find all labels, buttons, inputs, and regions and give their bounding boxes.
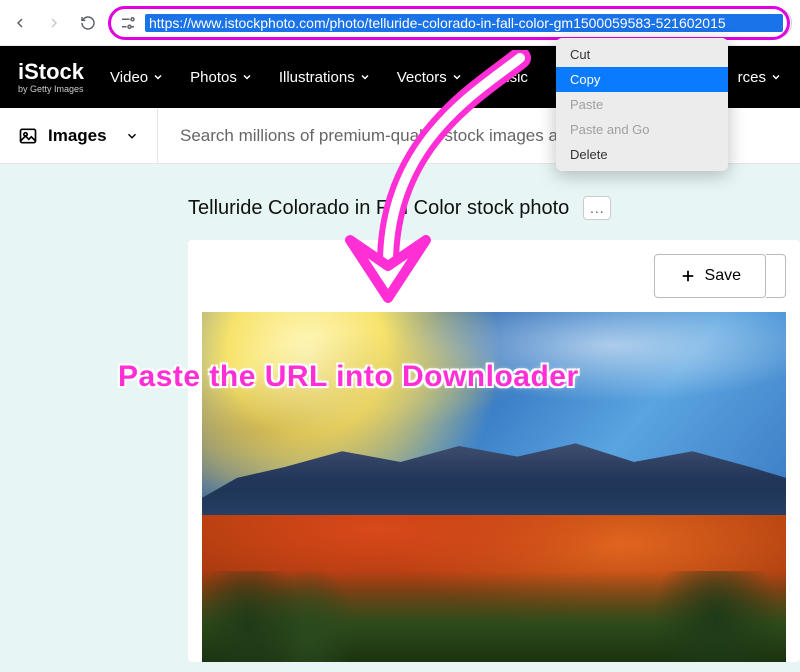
nav-photos[interactable]: Photos xyxy=(190,69,253,86)
chevron-down-icon xyxy=(241,71,253,83)
secondary-action-button[interactable] xyxy=(766,254,786,298)
image-card: Save xyxy=(188,240,800,662)
ctx-paste-and-go: Paste and Go xyxy=(556,117,728,142)
chevron-down-icon xyxy=(359,71,371,83)
nav-illustrations[interactable]: Illustrations xyxy=(279,69,371,86)
page-title: Telluride Colorado in Fall Color stock p… xyxy=(188,197,569,220)
nav-resources[interactable]: rces xyxy=(738,69,782,86)
chevron-down-icon xyxy=(125,129,139,143)
save-label: Save xyxy=(705,267,741,285)
logo-text: iStock xyxy=(18,61,84,83)
image-icon xyxy=(18,126,38,146)
ctx-copy[interactable]: Copy xyxy=(556,67,728,92)
address-bar[interactable]: https://www.istockphoto.com/photo/tellur… xyxy=(110,8,792,38)
search-type-dropdown[interactable]: Images xyxy=(0,108,158,163)
back-button[interactable] xyxy=(6,9,34,37)
nav-vectors[interactable]: Vectors xyxy=(397,69,463,86)
nav-video[interactable]: Video xyxy=(110,69,164,86)
chevron-down-icon xyxy=(152,71,164,83)
nav-music[interactable]: Music xyxy=(489,69,528,86)
site-settings-icon[interactable] xyxy=(119,14,137,32)
url-text[interactable]: https://www.istockphoto.com/photo/tellur… xyxy=(145,14,783,32)
plus-icon xyxy=(679,267,697,285)
forward-button[interactable] xyxy=(40,9,68,37)
logo-subtext: by Getty Images xyxy=(18,85,84,94)
search-type-label: Images xyxy=(48,126,107,146)
ctx-delete[interactable]: Delete xyxy=(556,142,728,167)
chevron-down-icon xyxy=(770,71,782,83)
ctx-cut[interactable]: Cut xyxy=(556,42,728,67)
annotation-text: Paste the URL into Downloader xyxy=(118,360,579,394)
page-content: Telluride Colorado in Fall Color stock p… xyxy=(0,164,800,672)
more-button[interactable]: ... xyxy=(583,196,611,220)
ctx-paste: Paste xyxy=(556,92,728,117)
save-button[interactable]: Save xyxy=(654,254,766,298)
reload-button[interactable] xyxy=(74,9,102,37)
context-menu: Cut Copy Paste Paste and Go Delete xyxy=(556,38,728,171)
chevron-down-icon xyxy=(451,71,463,83)
logo[interactable]: iStock by Getty Images xyxy=(18,61,84,94)
